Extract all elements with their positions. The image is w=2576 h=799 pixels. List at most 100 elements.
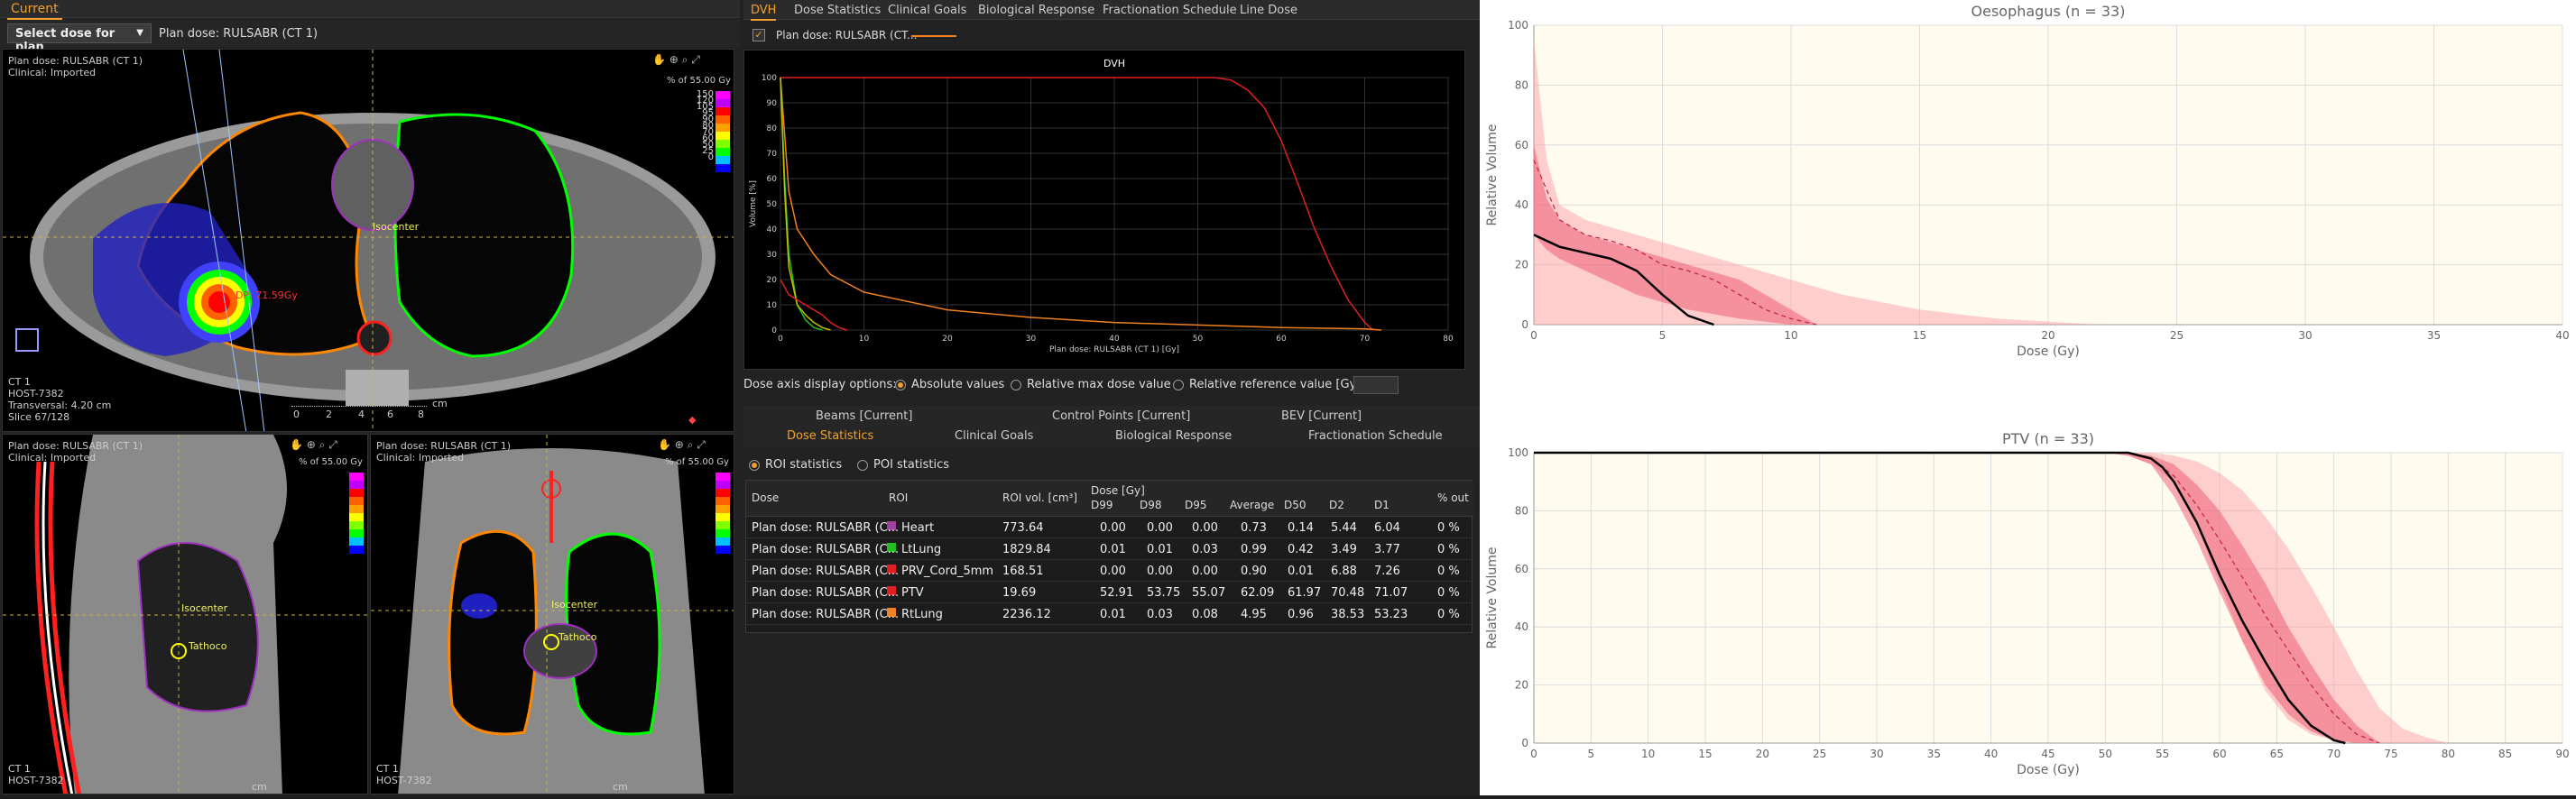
- fit-icon[interactable]: ⤢: [691, 53, 700, 66]
- dvh-dose-checkbox[interactable]: ✓: [752, 29, 765, 41]
- cell-d1: 3.77: [1374, 543, 1400, 556]
- fit-icon[interactable]: ⤢: [697, 438, 706, 451]
- cell-dose: Plan dose: RULSABR (C...: [752, 565, 900, 578]
- opt-roi-statistics[interactable]: ROI statistics: [749, 458, 842, 472]
- hand-icon[interactable]: ✋: [652, 53, 666, 66]
- cell-roi: RtLung: [901, 608, 943, 621]
- cell-d2: 70.48: [1331, 586, 1365, 600]
- colorbar-swatch: [349, 513, 364, 521]
- dvh-chart[interactable]: DVH 0 10 20 30 40 50 60 70 80 100 90 80 70 60 50 40 30 20 1…: [743, 50, 1465, 370]
- zoom-icon[interactable]: ⌕: [682, 53, 688, 66]
- zoom-icon[interactable]: ⌕: [688, 438, 694, 451]
- tab-beams[interactable]: Beams [Current]: [816, 409, 912, 423]
- cell-d2: 6.88: [1331, 565, 1357, 578]
- opt-relative-max[interactable]: Relative max dose value: [1011, 378, 1171, 391]
- th-d50[interactable]: D50: [1284, 499, 1306, 511]
- dose-axis-options: Dose axis display options: Absolute valu…: [743, 374, 1480, 396]
- colorbar-swatch: [349, 473, 364, 481]
- pop-y-tick: 20: [1515, 679, 1528, 692]
- fit-icon[interactable]: ⤢: [328, 438, 337, 451]
- opt-relative-ref-label: Relative reference value [Gy]:: [1189, 378, 1365, 391]
- colorbar-swatch: [716, 513, 730, 521]
- relative-ref-input[interactable]: [1353, 376, 1399, 394]
- th-roi-vol[interactable]: ROI vol. [cm³]: [1002, 491, 1077, 504]
- pop-x-tick: 60: [2212, 748, 2226, 760]
- cell-d99: 0.01: [1100, 543, 1126, 556]
- opt-poi-statistics[interactable]: POI statistics: [857, 458, 949, 472]
- zoom-in-icon[interactable]: ⊕: [675, 438, 684, 451]
- tab-fractionation-schedule-bottom[interactable]: Fractionation Schedule: [1308, 429, 1443, 443]
- hand-icon[interactable]: ✋: [658, 438, 671, 451]
- colorbar-swatch: [716, 489, 730, 497]
- pop-x-tick: 75: [2384, 748, 2397, 760]
- tab-current[interactable]: Current: [7, 2, 62, 20]
- dvh-x-tick: 60: [1276, 335, 1287, 344]
- zoom-icon[interactable]: ⌕: [319, 438, 326, 451]
- th-pct-out[interactable]: % out: [1437, 491, 1469, 504]
- pop-y-label: Relative Volume: [1485, 124, 1500, 226]
- axial-transversal: Transversal: 4.20 cm: [8, 400, 112, 411]
- table-row[interactable]: Plan dose: RULSABR (C... RtLung 2236.12 0.0…: [746, 603, 1473, 625]
- coronal-ct: CT 1: [376, 763, 399, 775]
- cell-d95: 0.00: [1192, 565, 1218, 578]
- radio-icon: [1173, 379, 1184, 390]
- hand-icon[interactable]: ✋: [290, 438, 303, 451]
- cell-pct-out: 0 %: [1437, 565, 1460, 578]
- tab-dvh[interactable]: DVH: [751, 4, 777, 21]
- cell-d95: 0.03: [1192, 543, 1218, 556]
- tab-dose-statistics-bottom[interactable]: Dose Statistics: [787, 429, 873, 443]
- tab-dose-statistics[interactable]: Dose Statistics: [794, 4, 881, 17]
- tab-clinical-goals[interactable]: Clinical Goals: [888, 4, 966, 17]
- tab-fractionation-schedule[interactable]: Fractionation Schedule: [1103, 4, 1237, 17]
- radio-icon: [857, 459, 868, 471]
- cell-d99: 0.00: [1100, 521, 1126, 535]
- th-d95[interactable]: D95: [1185, 499, 1207, 511]
- tab-bev[interactable]: BEV [Current]: [1281, 409, 1362, 423]
- tab-biological-response-bottom[interactable]: Biological Response: [1115, 429, 1232, 443]
- colorbar-swatch: [349, 521, 364, 529]
- pop-y-tick: 80: [1515, 78, 1528, 91]
- th-dose[interactable]: Dose: [752, 491, 779, 504]
- th-d98[interactable]: D98: [1140, 499, 1162, 511]
- pop-x-tick: 30: [2298, 329, 2312, 342]
- pop-x-tick: 80: [2442, 748, 2455, 760]
- table-row[interactable]: Plan dose: RULSABR (C... LtLung 1829.84 0.0…: [746, 538, 1473, 560]
- tab-clinical-goals-bottom[interactable]: Clinical Goals: [955, 429, 1033, 443]
- roi-stats-label: ROI statistics: [765, 458, 843, 472]
- opt-absolute[interactable]: Absolute values: [895, 378, 1004, 391]
- table-header: Dose ROI ROI vol. [cm³] Dose [Gy] D99 D9…: [746, 481, 1473, 517]
- pop-x-tick: 20: [1756, 748, 1769, 760]
- colorbar-swatch: [716, 473, 730, 481]
- th-d1[interactable]: D1: [1374, 499, 1390, 511]
- table-row[interactable]: Plan dose: RULSABR (C... PRV_Cord_5mm 168.…: [746, 560, 1473, 582]
- orientation-icon: ◆: [688, 414, 697, 426]
- dvh-y-tick: 40: [767, 225, 778, 234]
- th-d99[interactable]: D99: [1091, 499, 1113, 511]
- pop-x-tick: 40: [1984, 748, 1998, 760]
- tab-control-points[interactable]: Control Points [Current]: [1052, 409, 1190, 423]
- select-dose-dropdown[interactable]: Select dose for plan ▼: [7, 23, 152, 54]
- dvh-y-tick: 80: [767, 124, 778, 133]
- tab-biological-response[interactable]: Biological Response: [978, 4, 1094, 17]
- cell-dose: Plan dose: RULSABR (C...: [752, 543, 900, 556]
- table-row[interactable]: Plan dose: RULSABR (C... Heart 773.64 0.00 0…: [746, 517, 1473, 538]
- table-row[interactable]: Plan dose: RULSABR (C... PTV 19.69 52.91 53.…: [746, 582, 1473, 603]
- sagittal-toolbar: ✋ ⊕ ⌕ ⤢: [290, 438, 337, 452]
- coronal-view[interactable]: Plan dose: RULSABR (CT 1) Clinical: Impo…: [370, 434, 734, 794]
- dvh-y-label: Volume [%]: [749, 180, 758, 227]
- sagittal-view[interactable]: Plan dose: RULSABR (CT 1) Clinical: Impo…: [2, 434, 368, 794]
- radio-icon: [749, 459, 760, 471]
- th-average[interactable]: Average: [1230, 499, 1274, 511]
- zoom-in-icon[interactable]: ⊕: [307, 438, 316, 451]
- zoom-in-icon[interactable]: ⊕: [669, 53, 679, 66]
- th-d2[interactable]: D2: [1329, 499, 1344, 511]
- sagittal-dose-point-label: Tathoco: [189, 640, 227, 652]
- th-roi[interactable]: ROI: [889, 491, 908, 504]
- sagittal-colorbar: [349, 473, 364, 554]
- dose-select-bar: Select dose for plan ▼ Plan dose: RULSAB…: [0, 20, 740, 54]
- axial-view[interactable]: Plan dose: RULSABR (CT 1) Clinical: Impo…: [2, 49, 734, 432]
- pop-x-tick: 15: [1698, 748, 1712, 760]
- tab-line-dose[interactable]: Line Dose: [1240, 4, 1297, 17]
- opt-relative-ref[interactable]: Relative reference value [Gy]:: [1173, 378, 1365, 391]
- axial-dose-point-label: DP: 71.59Gy: [235, 289, 298, 301]
